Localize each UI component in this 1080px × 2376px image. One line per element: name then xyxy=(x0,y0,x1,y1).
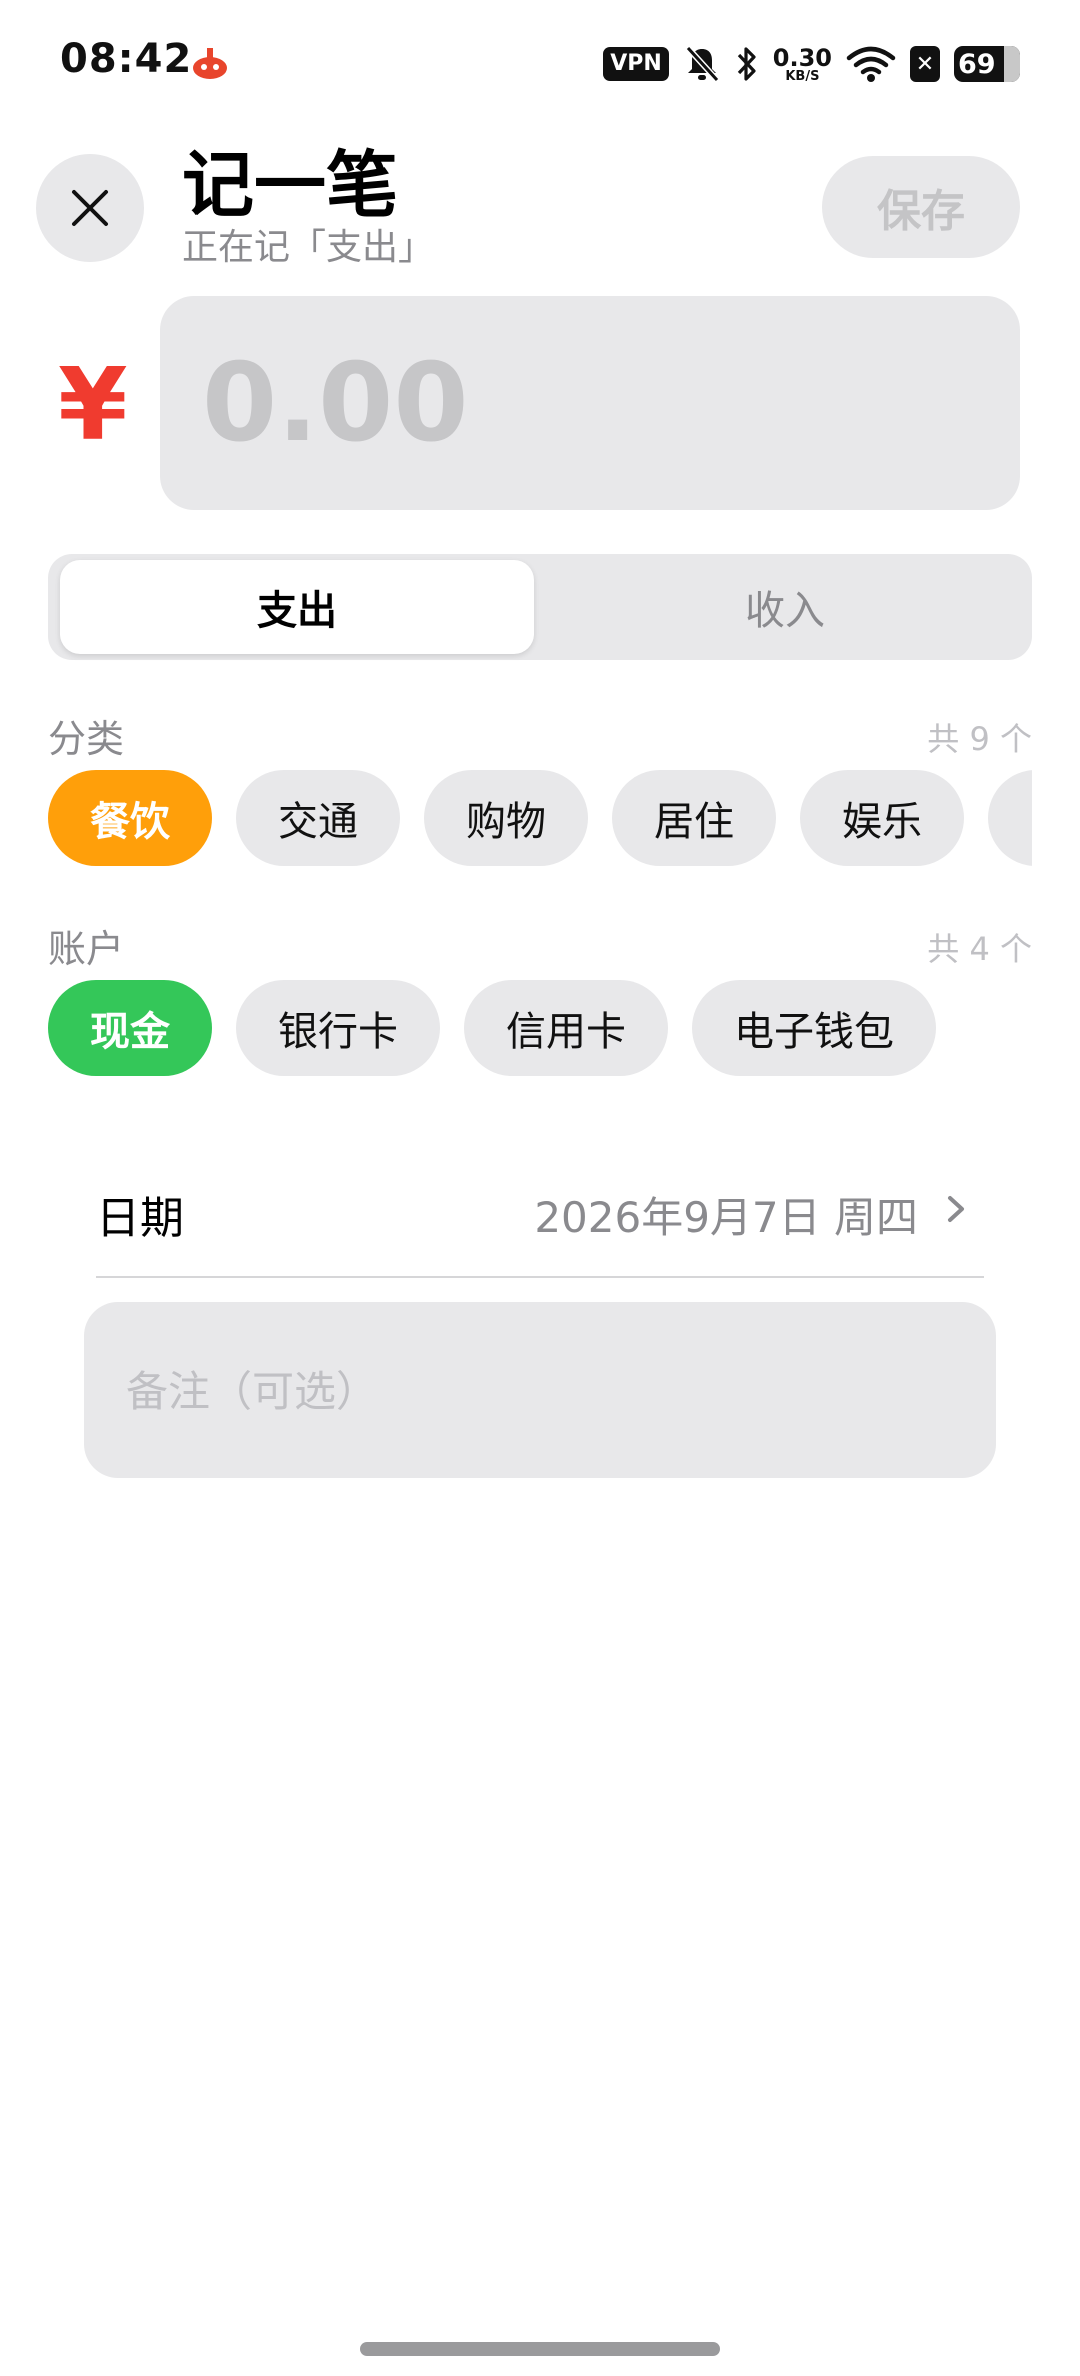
chevron-right-icon xyxy=(948,1196,964,1222)
battery-icon: 69 xyxy=(954,46,1020,82)
category-chip-shopping[interactable]: 购物 xyxy=(424,770,588,866)
date-label: 日期 xyxy=(96,1193,184,1244)
wifi-icon xyxy=(846,46,896,82)
type-segmented-control: 支出 收入 xyxy=(48,554,1032,660)
home-indicator[interactable] xyxy=(360,2342,720,2356)
currency-symbol: ¥ xyxy=(58,346,128,463)
date-value: 2026年9月7日 周四 xyxy=(534,1193,918,1242)
save-button[interactable]: 保存 xyxy=(822,156,1020,258)
account-chip-e-wallet[interactable]: 电子钱包 xyxy=(692,980,936,1076)
status-bar: 08:42 VPN 0.30 KB/S ✕ 69 xyxy=(0,0,1080,130)
account-chip-cash[interactable]: 现金 xyxy=(48,980,212,1076)
account-label: 账户 xyxy=(48,927,125,971)
account-chip-credit-card[interactable]: 信用卡 xyxy=(464,980,668,1076)
add-record-screen: 08:42 VPN 0.30 KB/S ✕ 69 记一笔 正在记「支出」 保存 … xyxy=(0,0,1080,2376)
bluetooth-icon xyxy=(737,47,756,81)
amount-input[interactable] xyxy=(202,336,902,470)
note-input[interactable] xyxy=(126,1356,946,1426)
vpn-badge: VPN xyxy=(603,47,669,81)
account-count: 共 4 个 xyxy=(927,930,1032,968)
category-chip-housing[interactable]: 居住 xyxy=(612,770,776,866)
category-chip-transport[interactable]: 交通 xyxy=(236,770,400,866)
segment-income[interactable]: 收入 xyxy=(548,560,1022,654)
status-time: 08:42 xyxy=(60,36,193,82)
amount-field[interactable] xyxy=(160,296,1020,510)
category-chip-dining[interactable]: 餐饮 xyxy=(48,770,212,866)
no-sim-icon: ✕ xyxy=(910,46,940,82)
close-icon xyxy=(72,190,108,226)
page-title: 记一笔 xyxy=(182,143,399,227)
close-button[interactable] xyxy=(36,154,144,262)
mute-icon xyxy=(685,45,720,83)
segment-expense[interactable]: 支出 xyxy=(60,560,534,654)
category-count: 共 9 个 xyxy=(927,720,1032,758)
account-chips: 现金 银行卡 信用卡 电子钱包 xyxy=(48,980,1032,1076)
category-chips: 餐饮 交通 购物 居住 娱乐 医 xyxy=(48,770,1032,866)
network-speed: 0.30 KB/S xyxy=(772,43,832,84)
category-chip-medical[interactable]: 医 xyxy=(988,770,1032,866)
page-subtitle: 正在记「支出」 xyxy=(182,227,435,268)
category-chip-entertainment[interactable]: 娱乐 xyxy=(800,770,964,866)
note-field[interactable] xyxy=(84,1302,996,1478)
status-icons: VPN 0.30 KB/S ✕ 69 xyxy=(603,40,1020,88)
category-label: 分类 xyxy=(48,717,125,761)
account-chip-bank-card[interactable]: 银行卡 xyxy=(236,980,440,1076)
app-notification-icon xyxy=(193,48,227,79)
date-row[interactable]: 日期 2026年9月7日 周四 xyxy=(96,1150,984,1278)
